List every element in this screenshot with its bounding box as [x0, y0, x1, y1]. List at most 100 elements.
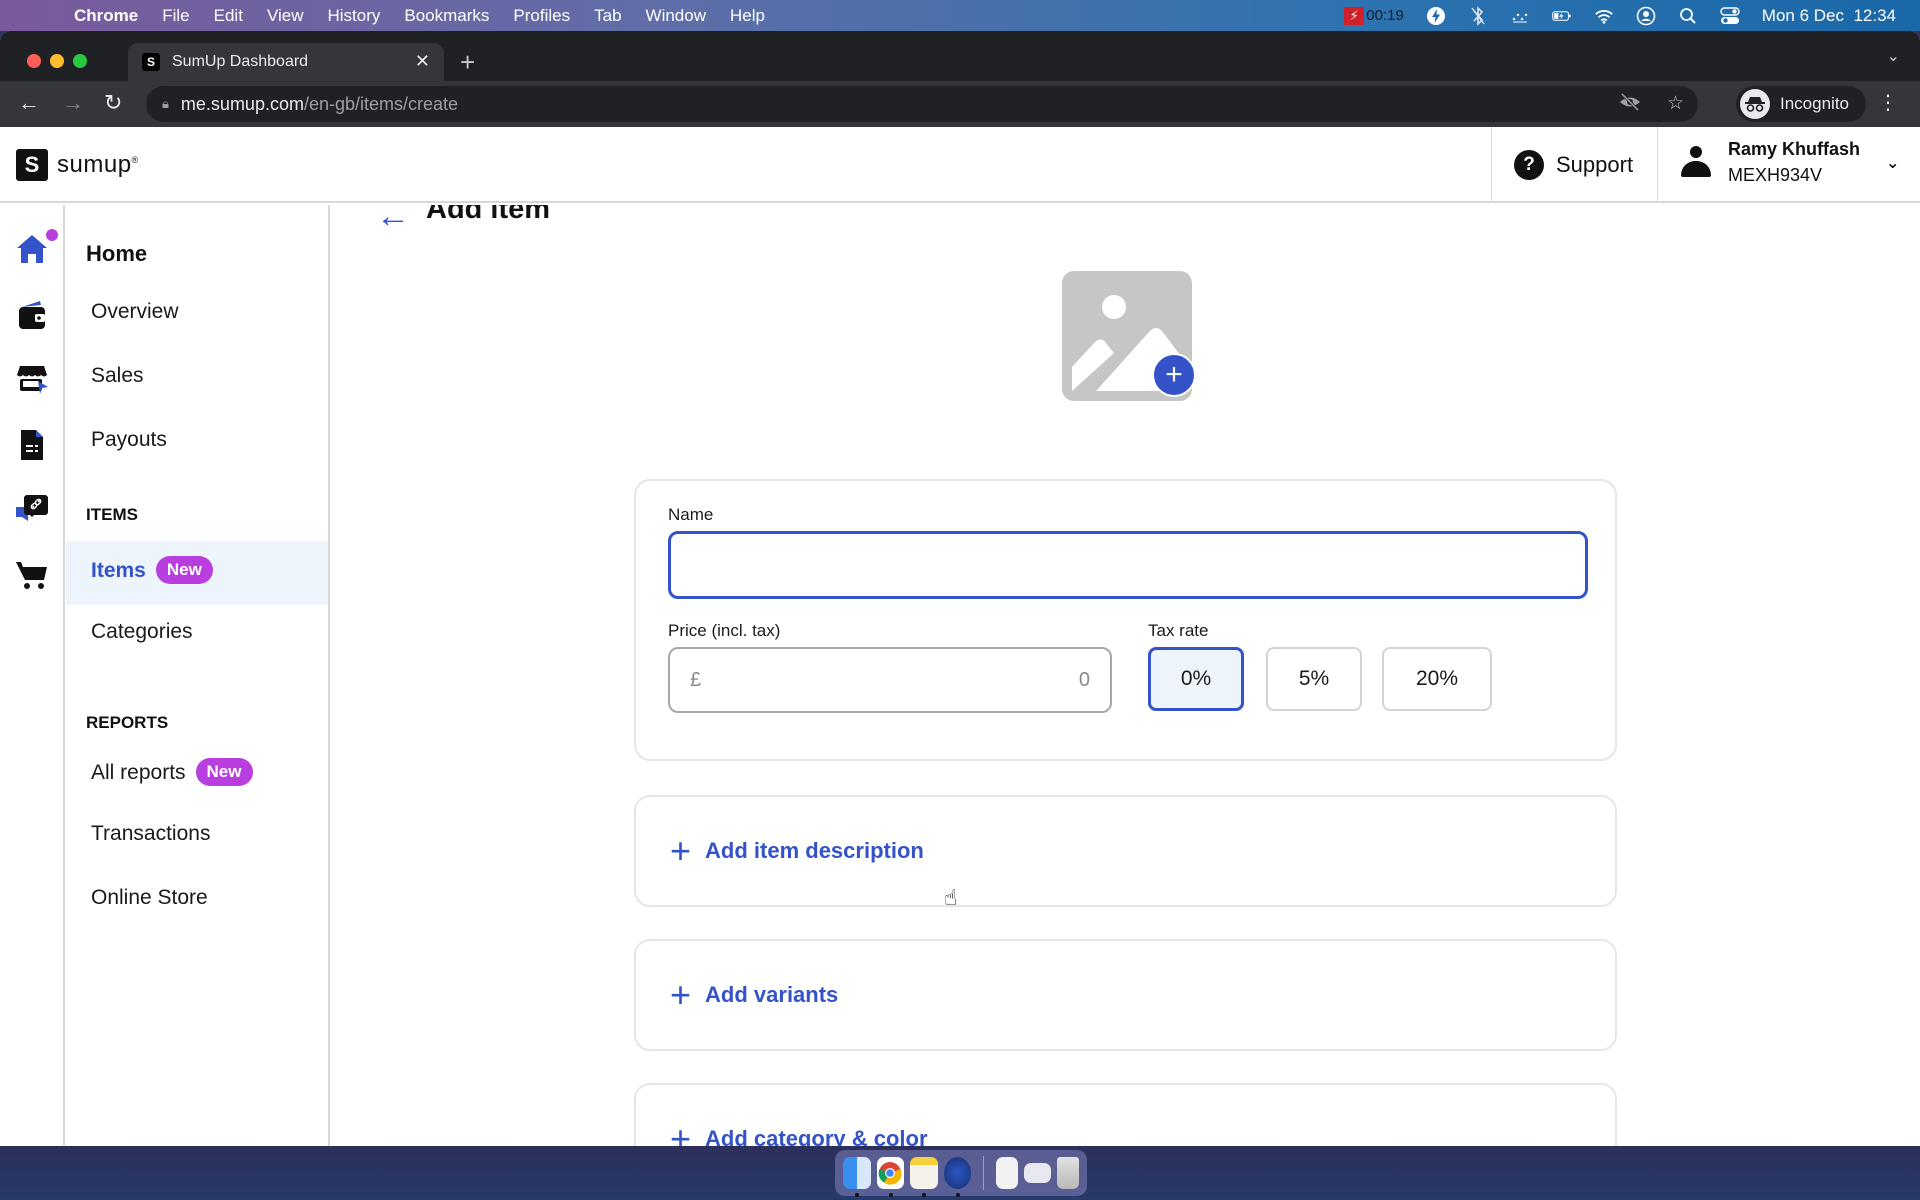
close-tab-icon[interactable]: ✕: [415, 51, 430, 72]
user-name: Ramy Khuffash: [1728, 139, 1861, 159]
tax-rate-label: Tax rate: [1148, 621, 1209, 640]
chrome-menu-icon[interactable]: ⋮: [1878, 90, 1898, 115]
invoice-icon[interactable]: [14, 427, 50, 463]
bluetooth-icon[interactable]: [1468, 5, 1488, 26]
chevron-down-icon[interactable]: ⌄: [1886, 153, 1899, 173]
address-bar[interactable]: 🔒︎ me.sumup.com/en-gb/items/create ☆: [146, 86, 1698, 122]
plus-icon: +: [670, 830, 692, 871]
icon-rail: [0, 205, 65, 1146]
new-badge: New: [155, 556, 213, 584]
sidebar-item-label: Items: [91, 559, 146, 582]
incognito-icon: [1740, 89, 1770, 119]
minimize-window-button[interactable]: [50, 54, 64, 68]
profile-label: Incognito: [1780, 94, 1849, 113]
sumup-logo[interactable]: S sumup®: [16, 149, 139, 181]
sidebar-item-items[interactable]: Items New: [91, 556, 213, 584]
sidebar-item-online-store[interactable]: Online Store: [91, 886, 208, 910]
menu-profiles[interactable]: Profiles: [513, 6, 570, 26]
name-input[interactable]: [668, 531, 1588, 599]
payment-link-icon[interactable]: [14, 491, 50, 527]
sumup-dashboard: S sumup® ? Support Ramy Khuffash MEXH934…: [0, 127, 1920, 1146]
cart-icon[interactable]: [14, 557, 50, 593]
add-description-card[interactable]: + Add item description: [634, 795, 1617, 907]
tax-option-0[interactable]: 0%: [1148, 647, 1244, 711]
finder-icon[interactable]: [843, 1157, 871, 1197]
sidebar-item-all-reports[interactable]: All reports New: [91, 758, 253, 786]
macos-menu-bar: Chrome File Edit View History Bookmarks …: [0, 0, 1920, 31]
add-variants-label: Add variants: [705, 982, 839, 1007]
tax-option-20[interactable]: 20%: [1382, 647, 1492, 711]
item-details-card: Name Price (incl. tax) £ Tax rate 0% 5% …: [634, 479, 1617, 761]
url-path: /en-gb/items/create: [303, 93, 459, 114]
window-controls: [27, 54, 87, 68]
menu-bookmarks[interactable]: Bookmarks: [404, 6, 489, 26]
page-title: Add item: [426, 205, 551, 225]
tax-option-5[interactable]: 5%: [1266, 647, 1362, 711]
user-circle-icon[interactable]: [1636, 6, 1656, 26]
price-input[interactable]: [701, 668, 1090, 692]
home-icon[interactable]: [14, 231, 50, 267]
notes-icon[interactable]: [910, 1157, 938, 1197]
menu-help[interactable]: Help: [730, 6, 765, 26]
browser-tab[interactable]: S SumUp Dashboard ✕: [128, 43, 444, 81]
store-icon[interactable]: [14, 361, 50, 397]
sidebar-item-categories[interactable]: Categories: [91, 620, 193, 644]
menu-window[interactable]: Window: [646, 6, 706, 26]
menu-app-name[interactable]: Chrome: [74, 6, 138, 26]
incognito-profile-button[interactable]: Incognito: [1736, 86, 1866, 122]
sidebar-item-transactions[interactable]: Transactions: [91, 822, 210, 846]
new-tab-button[interactable]: +: [460, 47, 475, 78]
back-arrow-icon[interactable]: ←: [376, 205, 410, 236]
name-label: Name: [668, 505, 714, 524]
reload-button[interactable]: ↻: [104, 90, 122, 116]
tracking-protection-eye-icon[interactable]: [1619, 92, 1641, 118]
menu-history[interactable]: History: [327, 6, 380, 26]
maximize-window-button[interactable]: [73, 54, 87, 68]
menu-tab[interactable]: Tab: [594, 6, 621, 26]
flash-icon[interactable]: [1426, 6, 1446, 26]
bookmark-star-icon[interactable]: ☆: [1667, 92, 1684, 118]
add-image-button[interactable]: +: [1152, 353, 1196, 397]
notification-dot: [46, 229, 58, 241]
menu-view[interactable]: View: [267, 6, 304, 26]
dotted-icon[interactable]: [1510, 6, 1530, 26]
sidebar-item-overview[interactable]: Overview: [91, 300, 179, 324]
top-header: S sumup® ? Support Ramy Khuffash MEXH934…: [0, 127, 1920, 203]
add-category-label: Add category & color: [705, 1126, 928, 1146]
account-menu[interactable]: Ramy Khuffash MEXH934V ⌄: [1680, 139, 1899, 186]
price-field[interactable]: £: [668, 647, 1112, 713]
lock-icon[interactable]: 🔒︎: [162, 96, 169, 112]
back-button[interactable]: ←: [18, 90, 40, 116]
chrome-icon[interactable]: [876, 1157, 905, 1197]
sidebar-heading-home[interactable]: Home: [86, 241, 147, 267]
document-icon[interactable]: [996, 1157, 1018, 1189]
reeder-icon[interactable]: [943, 1157, 972, 1197]
sidebar-item-label: All reports: [91, 761, 186, 784]
add-variants-card[interactable]: + Add variants: [634, 939, 1617, 1051]
tab-search-chevron-icon[interactable]: ⌄: [1887, 46, 1900, 66]
screenshot-icon[interactable]: [1023, 1163, 1052, 1183]
wifi-icon[interactable]: [1594, 6, 1614, 26]
trash-icon[interactable]: [1057, 1157, 1079, 1189]
main-content: ← Add item + Name Price (incl. tax) £ Ta…: [332, 205, 1920, 1146]
support-label: Support: [1556, 152, 1634, 177]
sidebar-item-sales[interactable]: Sales: [91, 364, 144, 388]
recording-time: 00:19: [1366, 7, 1404, 24]
add-description-label: Add item description: [705, 838, 924, 863]
close-window-button[interactable]: [27, 54, 41, 68]
wallet-icon[interactable]: [14, 297, 50, 333]
menu-edit[interactable]: Edit: [214, 6, 243, 26]
screen-recording-indicator[interactable]: ⚡ 00:19: [1344, 6, 1404, 25]
sidebar-nav: Home Overview Sales Payouts ITEMS Items N…: [66, 205, 330, 1146]
plus-icon: +: [670, 974, 692, 1015]
sidebar-item-payouts[interactable]: Payouts: [91, 428, 167, 452]
control-center-icon[interactable]: [1720, 6, 1740, 26]
add-category-card[interactable]: + Add category & color: [634, 1083, 1617, 1146]
menu-file[interactable]: File: [162, 6, 189, 26]
forward-button[interactable]: →: [62, 90, 84, 116]
clock[interactable]: Mon 6 Dec 12:34: [1762, 6, 1896, 26]
battery-charging-icon[interactable]: [1552, 6, 1572, 26]
support-button[interactable]: ? Support: [1491, 127, 1658, 203]
sumup-favicon: S: [142, 53, 160, 71]
search-icon[interactable]: [1678, 6, 1698, 26]
